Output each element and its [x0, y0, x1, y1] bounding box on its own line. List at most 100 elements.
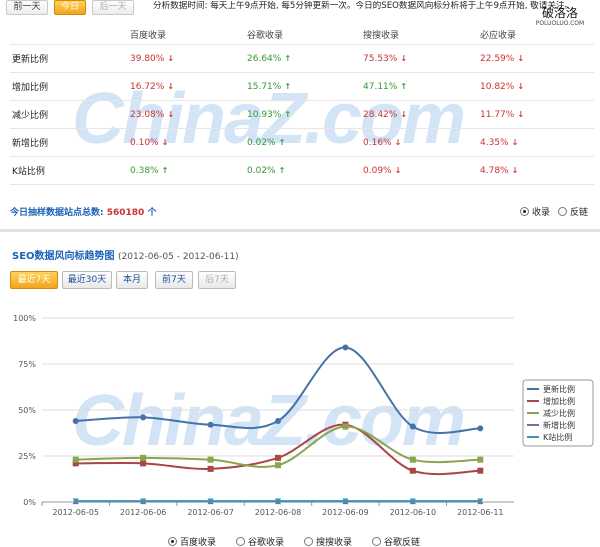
- x-tick-label: 2012-06-09: [322, 508, 369, 517]
- engine-radios: 百度收录 谷歌收录 搜搜收录 谷歌反链: [168, 535, 420, 547]
- table-cell: 15.71% ↑: [247, 73, 291, 100]
- site-watermark-name: 破洛洛: [541, 6, 578, 20]
- engine-radio-dot[interactable]: [168, 537, 177, 546]
- cell-value: 10.93%: [247, 109, 282, 120]
- radio-backlinks[interactable]: 反链: [558, 205, 588, 218]
- table-cell: 39.80% ↓: [130, 45, 174, 72]
- row-label: 新增比例: [12, 139, 49, 149]
- data-point: [477, 425, 484, 432]
- table-row: 增加比例 16.72% ↓ 15.71% ↑ 47.11% ↑ 10.82% ↓: [10, 73, 594, 101]
- table-row: 新增比例 0.10% ↓ 0.02% ↑ 0.16% ↓ 4.35% ↓: [10, 129, 594, 157]
- engine-radio-dot[interactable]: [236, 537, 246, 546]
- cell-value: 75.53%: [363, 53, 398, 64]
- range-last30-button[interactable]: 最近30天: [62, 271, 112, 289]
- header-soso: 搜搜收录: [363, 30, 400, 41]
- table-cell: 22.59% ↓: [480, 45, 524, 72]
- legend-label: 更新比例: [543, 384, 575, 394]
- table-cell: 0.38% ↑: [130, 157, 168, 184]
- y-tick-label: 25%: [18, 452, 36, 461]
- y-tick-label: 50%: [18, 406, 36, 415]
- arrow-down-icon: ↓: [517, 110, 525, 119]
- range-last7-button[interactable]: 最近7天: [10, 271, 58, 289]
- engine-radio[interactable]: 谷歌反链: [372, 535, 420, 547]
- cell-value: 0.09%: [363, 165, 392, 176]
- x-tick-label: 2012-06-08: [255, 508, 302, 517]
- data-point: [409, 423, 416, 430]
- cell-value: 11.77%: [480, 109, 515, 120]
- top-toolbar: 前一天 今日 后一天 分析数据时间: 每天上午9点开始, 每5分钟更新一次。今日…: [0, 0, 600, 18]
- engine-radio[interactable]: 谷歌收录: [236, 535, 284, 547]
- table-cell: 23.08% ↓: [130, 101, 174, 128]
- arrow-up-icon: ↑: [400, 82, 408, 91]
- table-row: K站比例 0.38% ↑ 0.02% ↑ 0.09% ↓ 4.78% ↓: [10, 157, 594, 185]
- data-point: [342, 344, 349, 351]
- cell-value: 0.38%: [130, 165, 159, 176]
- table-cell: 0.10% ↓: [130, 129, 168, 156]
- seo-stats-table: 百度收录 谷歌收录 搜搜收录 必应收录 更新比例 39.80% ↓ 26.64% ↑ 75…: [10, 24, 594, 185]
- engine-radio-dot[interactable]: [372, 537, 382, 546]
- engine-radio-dot[interactable]: [304, 537, 314, 546]
- cell-value: 0.02%: [247, 165, 276, 176]
- header-baidu: 百度收录: [130, 30, 167, 41]
- y-tick-label: 0%: [23, 498, 36, 507]
- range-next7-button[interactable]: 后7天: [198, 271, 236, 289]
- y-tick-label: 75%: [18, 360, 36, 369]
- table-cell: 0.02% ↑: [247, 129, 285, 156]
- cell-value: 0.02%: [247, 137, 276, 148]
- table-cell: 11.77% ↓: [480, 101, 524, 128]
- arrow-down-icon: ↓: [394, 138, 402, 147]
- data-point: [275, 462, 281, 469]
- data-point: [207, 456, 214, 463]
- table-cell: 10.82% ↓: [480, 73, 524, 100]
- table-cell: 0.02% ↑: [247, 157, 285, 184]
- x-tick-label: 2012-06-05: [52, 508, 99, 517]
- data-point: [72, 456, 79, 463]
- legend-label: K站比例: [543, 432, 572, 442]
- x-tick-label: 2012-06-06: [120, 508, 167, 517]
- cell-value: 39.80%: [130, 53, 165, 64]
- cell-value: 0.10%: [130, 137, 159, 148]
- row-label: 更新比例: [12, 55, 49, 65]
- table-header-row: 百度收录 谷歌收录 搜搜收录 必应收录: [10, 24, 594, 45]
- y-tick-label: 100%: [13, 314, 36, 323]
- data-point: [207, 465, 214, 472]
- cell-value: 26.64%: [247, 53, 282, 64]
- arrow-up-icon: ↑: [284, 110, 292, 119]
- arrow-down-icon: ↓: [167, 54, 175, 63]
- range-prev7-button[interactable]: 前7天: [155, 271, 193, 289]
- radio-indexed-dot[interactable]: [520, 207, 529, 216]
- engine-radio[interactable]: 搜搜收录: [304, 535, 352, 547]
- cell-value: 28.42%: [363, 109, 398, 120]
- next-day-button[interactable]: 后一天: [92, 0, 134, 15]
- sample-total-count: 560180: [106, 208, 145, 218]
- data-point: [409, 456, 416, 463]
- arrow-down-icon: ↓: [394, 166, 402, 175]
- data-point: [140, 454, 147, 461]
- x-tick-label: 2012-06-10: [390, 508, 437, 517]
- prev-day-button[interactable]: 前一天: [6, 0, 48, 15]
- section-divider: [0, 229, 600, 232]
- header-google: 谷歌收录: [247, 30, 284, 41]
- cell-value: 47.11%: [363, 81, 398, 92]
- radio-indexed[interactable]: 收录: [520, 205, 550, 218]
- x-tick-label: 2012-06-07: [187, 508, 234, 517]
- arrow-up-icon: ↑: [278, 166, 286, 175]
- engine-radio[interactable]: 百度收录: [168, 535, 216, 547]
- arrow-up-icon: ↑: [278, 138, 286, 147]
- radio-backlinks-dot[interactable]: [558, 207, 568, 216]
- cell-value: 4.78%: [480, 165, 509, 176]
- today-button[interactable]: 今日: [54, 0, 86, 15]
- cell-value: 16.72%: [130, 81, 165, 92]
- arrow-up-icon: ↑: [161, 166, 169, 175]
- engine-radio-label: 百度收录: [180, 538, 217, 547]
- trend-date-range: (2012-06-05 - 2012-06-11): [118, 252, 239, 262]
- legend-label: 增加比例: [543, 396, 575, 406]
- table-row: 更新比例 39.80% ↓ 26.64% ↑ 75.53% ↓ 22.59% ↓: [10, 45, 594, 73]
- data-point: [275, 418, 281, 425]
- radio-indexed-label: 收录: [532, 208, 551, 218]
- data-point: [275, 454, 281, 461]
- sample-total-label: 今日抽样数据站点总数:: [10, 208, 104, 218]
- radio-backlinks-label: 反链: [570, 208, 589, 218]
- range-month-button[interactable]: 本月: [116, 271, 148, 289]
- table-cell: 0.16% ↓: [363, 129, 401, 156]
